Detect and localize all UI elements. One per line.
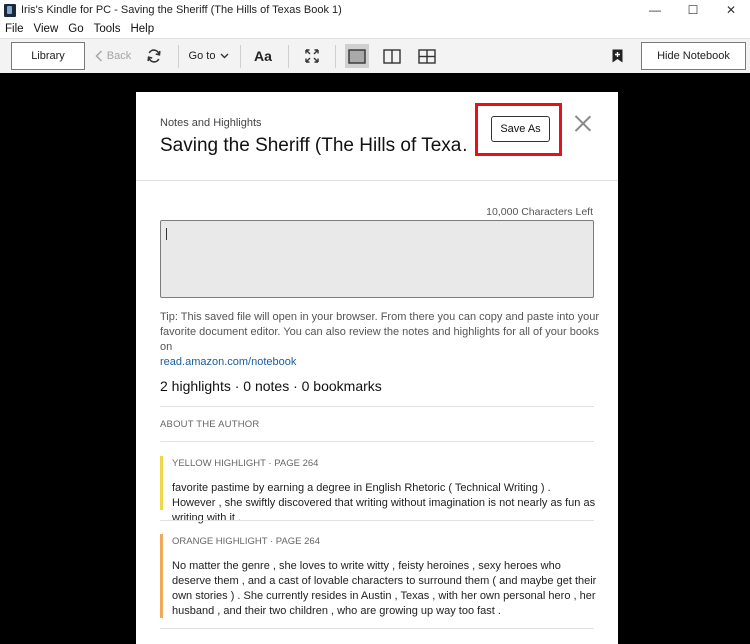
book-title: Saving the Sheriff (The Hills of Texa… — [160, 135, 470, 156]
two-page-view-button[interactable] — [380, 44, 404, 68]
single-page-icon — [348, 48, 366, 64]
window-title: Iris's Kindle for PC - Saving the Sherif… — [21, 4, 342, 16]
hide-notebook-button[interactable]: Hide Notebook — [641, 42, 746, 70]
menu-bar: File View Go Tools Help — [0, 20, 750, 38]
notebook-link[interactable]: read.amazon.com/notebook — [160, 356, 296, 368]
menu-view[interactable]: View — [34, 23, 59, 35]
characters-left-counter: 10,000 Characters Left — [486, 206, 593, 218]
minimize-button[interactable]: — — [636, 0, 674, 20]
chevron-down-icon — [220, 53, 229, 59]
highlight-item[interactable]: YELLOW HIGHLIGHT · PAGE 264 favorite pas… — [160, 456, 595, 524]
divider — [160, 520, 594, 521]
highlight-color-bar — [160, 456, 163, 510]
two-page-icon — [383, 48, 401, 64]
back-label: Back — [106, 50, 132, 62]
maximize-button[interactable]: ☐ — [674, 0, 712, 20]
section-heading: ABOUT THE AUTHOR — [160, 419, 260, 430]
highlight-text: No matter the genre , she loves to write… — [172, 560, 597, 617]
bookmark-plus-icon — [612, 49, 622, 63]
menu-help[interactable]: Help — [130, 23, 154, 35]
library-button[interactable]: Library — [11, 42, 85, 70]
highlight-item[interactable]: ORANGE HIGHLIGHT · PAGE 264 No matter th… — [160, 534, 597, 618]
toolbar-divider — [240, 45, 241, 68]
divider — [160, 406, 594, 407]
close-window-button[interactable]: ✕ — [712, 0, 750, 20]
note-textarea[interactable] — [160, 220, 594, 298]
divider — [160, 441, 594, 442]
divider — [160, 628, 594, 629]
highlight-color-bar — [160, 534, 163, 618]
chevron-left-icon — [95, 50, 102, 62]
window-controls: — ☐ ✕ — [636, 0, 750, 20]
toolbar-divider — [178, 45, 179, 68]
menu-tools[interactable]: Tools — [94, 23, 121, 35]
close-icon[interactable] — [574, 115, 592, 133]
fullscreen-button[interactable] — [301, 44, 323, 68]
save-as-button[interactable]: Save As — [491, 116, 550, 142]
menu-go[interactable]: Go — [68, 23, 83, 35]
font-settings-button[interactable]: Aa — [250, 44, 276, 68]
page-grid-view-button[interactable] — [415, 44, 439, 68]
text-caret — [166, 228, 167, 240]
tip-body: Tip: This saved file will open in your b… — [160, 311, 600, 353]
highlight-meta: YELLOW HIGHLIGHT · PAGE 264 — [172, 458, 319, 469]
annotation-counts: 2 highlights · 0 notes · 0 bookmarks — [160, 378, 382, 394]
sync-button[interactable] — [143, 44, 165, 68]
notes-and-highlights-label: Notes and Highlights — [160, 117, 262, 129]
tip-text: Tip: This saved file will open in your b… — [160, 310, 600, 370]
highlight-meta: ORANGE HIGHLIGHT · PAGE 264 — [172, 536, 320, 547]
kindle-app-icon — [4, 3, 16, 17]
goto-button[interactable]: Go to — [186, 44, 232, 68]
add-bookmark-button[interactable] — [606, 44, 628, 68]
notebook-header: Notes and Highlights Saving the Sheriff … — [136, 92, 618, 181]
single-page-view-button[interactable] — [345, 44, 369, 68]
toolbar: Library Back Go to Aa Hide Notebook — [0, 38, 750, 73]
toolbar-divider — [288, 45, 289, 68]
page-flip-icon — [418, 48, 436, 64]
goto-label: Go to — [188, 50, 216, 62]
menu-file[interactable]: File — [5, 23, 24, 35]
back-button[interactable]: Back — [93, 42, 133, 70]
title-bar: Iris's Kindle for PC - Saving the Sherif… — [0, 0, 750, 20]
sync-icon — [147, 49, 161, 63]
fullscreen-icon — [305, 49, 319, 63]
toolbar-divider — [335, 45, 336, 68]
notebook-panel: Notes and Highlights Saving the Sheriff … — [136, 92, 618, 644]
